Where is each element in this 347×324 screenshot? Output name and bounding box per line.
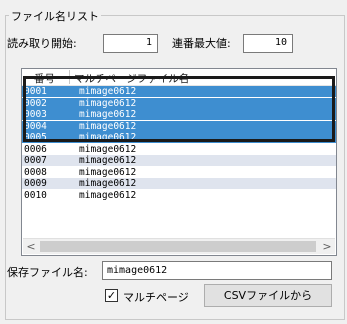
item-filename: mimage0612 [79, 97, 137, 109]
item-filename: mimage0612 [79, 166, 137, 178]
column-multipage-filename[interactable]: マルチページファイル名 [74, 71, 189, 86]
item-number: 0002 [24, 97, 47, 109]
list-item[interactable]: 0003 mimage0612 [22, 109, 336, 120]
scroll-right-button[interactable]: > [319, 239, 335, 254]
list-item[interactable]: 0002 mimage0612 [22, 97, 336, 109]
scroll-left-button[interactable]: < [23, 239, 39, 254]
list-item[interactable]: 0005 mimage0612 [22, 132, 336, 143]
multipage-checkbox[interactable]: ✓ [105, 289, 118, 302]
from-csv-button[interactable]: CSVファイルから [204, 284, 332, 307]
serial-max-label: 連番最大値: [172, 37, 231, 50]
item-number: 0004 [24, 120, 47, 132]
list-item[interactable]: 0010 mimage0612 [22, 190, 336, 201]
file-list[interactable]: 番号 マルチページファイル名 0001 mimage0612 0002 mimage0… [21, 68, 337, 256]
read-start-label: 読み取り開始: [7, 37, 77, 50]
item-number: 0001 [24, 86, 47, 97]
save-filename-label: 保存ファイル名: [7, 266, 88, 279]
item-filename: mimage0612 [79, 155, 137, 166]
list-header: 番号 マルチページファイル名 [22, 69, 336, 86]
serial-max-input[interactable]: 10 [243, 34, 293, 53]
item-filename: mimage0612 [79, 120, 137, 132]
scroll-thumb[interactable] [40, 241, 316, 252]
item-filename: mimage0612 [79, 109, 137, 120]
save-filename-input[interactable]: mimage0612 [102, 261, 332, 280]
read-start-input[interactable]: 1 [103, 34, 158, 53]
column-separator[interactable] [69, 70, 70, 84]
horizontal-scrollbar[interactable]: < > [23, 238, 335, 254]
item-filename: mimage0612 [79, 86, 137, 97]
item-filename: mimage0612 [79, 132, 137, 143]
list-item[interactable]: 0007 mimage0612 [22, 155, 336, 166]
item-number: 0005 [24, 132, 47, 143]
item-number: 0009 [24, 178, 47, 189]
item-number: 0003 [24, 109, 47, 120]
list-item[interactable]: 0004 mimage0612 [22, 120, 336, 132]
item-filename: mimage0612 [79, 178, 137, 189]
item-number: 0008 [24, 166, 47, 178]
list-item[interactable]: 0001 mimage0612 [22, 86, 336, 97]
item-number: 0007 [24, 155, 47, 166]
multipage-label[interactable]: マルチページ [123, 289, 189, 305]
list-item[interactable]: 0009 mimage0612 [22, 178, 336, 189]
item-number: 0006 [24, 143, 47, 155]
list-item[interactable]: 0008 mimage0612 [22, 167, 336, 178]
item-filename: mimage0612 [79, 189, 137, 201]
list-item[interactable]: 0006 mimage0612 [22, 144, 336, 155]
column-number[interactable]: 番号 [34, 71, 55, 86]
item-number: 0010 [24, 189, 47, 201]
group-title: ファイル名リスト [9, 8, 101, 24]
item-filename: mimage0612 [79, 143, 137, 155]
